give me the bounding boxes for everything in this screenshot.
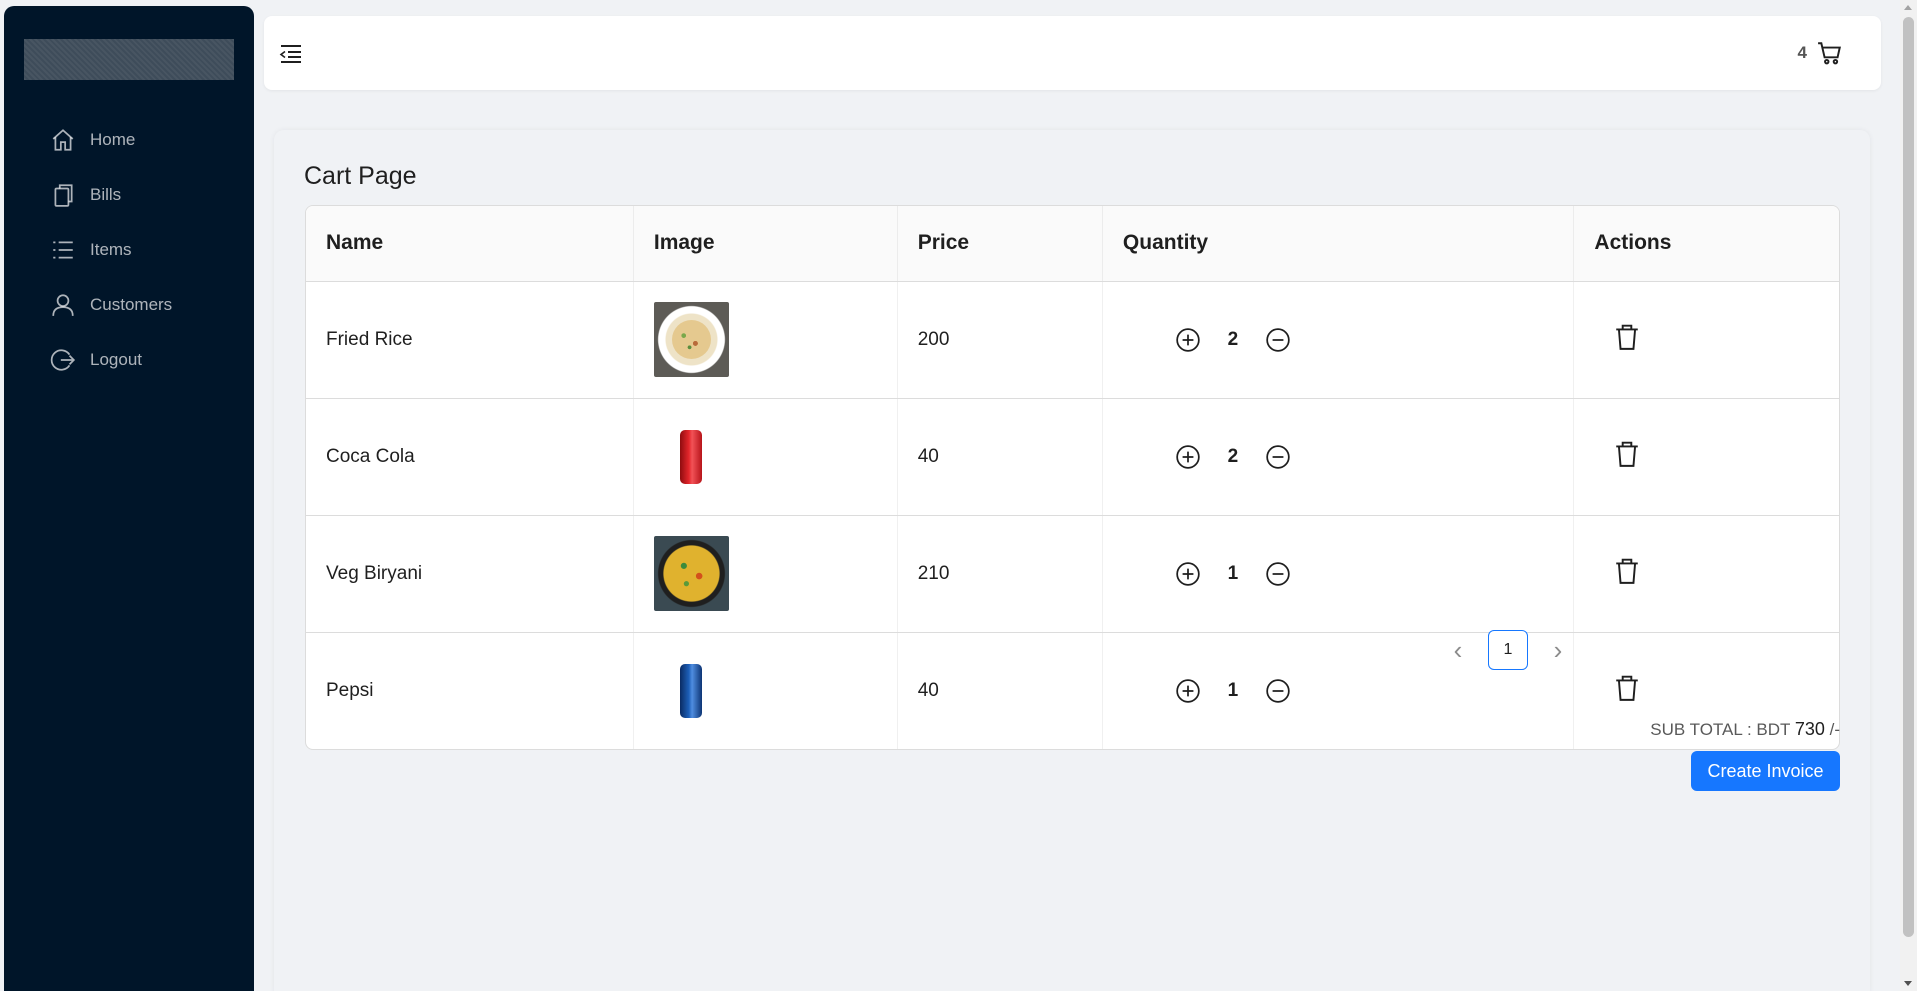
cart-button[interactable]: 4 <box>1798 40 1843 66</box>
minus-circle-icon[interactable] <box>1265 561 1291 587</box>
sidebar-item-items[interactable]: Items <box>4 222 254 277</box>
quantity-stepper: 1 <box>1123 678 1574 704</box>
quantity-value: 2 <box>1227 328 1239 350</box>
item-price: 40 <box>897 632 1103 749</box>
plus-circle-icon[interactable] <box>1175 561 1201 587</box>
coca-cola-can-image <box>653 419 729 494</box>
quantity-stepper: 2 <box>1123 444 1574 470</box>
subtotal-value: 730 <box>1794 719 1825 739</box>
plus-circle-icon[interactable] <box>1175 444 1201 470</box>
minus-circle-icon[interactable] <box>1265 444 1291 470</box>
logo <box>24 39 234 80</box>
page-title: Cart Page <box>304 162 417 190</box>
column-header-image: Image <box>633 206 898 282</box>
pepsi-can-image <box>653 653 729 729</box>
sidebar-item-customers[interactable]: Customers <box>4 277 254 332</box>
cart-count-badge: 4 <box>1797 43 1807 62</box>
vertical-scrollbar[interactable] <box>1900 0 1917 991</box>
top-header: 4 <box>264 16 1881 90</box>
sidebar-item-logout[interactable]: Logout <box>4 332 254 387</box>
scroll-up-arrow-icon[interactable] <box>1904 5 1912 10</box>
table-row: Veg Biryani 210 1 <box>306 515 1839 633</box>
fried-rice-image <box>653 302 729 377</box>
sidebar-nav: Home Bills Items Customers Logout <box>4 112 254 387</box>
subtotal-suffix: /- <box>1829 720 1840 739</box>
sidebar-item-label: Home <box>90 129 136 149</box>
table-row: Coca Cola 40 2 <box>306 398 1839 516</box>
subtotal-label: SUB TOTAL : BDT <box>1650 720 1791 739</box>
item-name: Coca Cola <box>306 398 634 516</box>
quantity-value: 1 <box>1227 562 1239 584</box>
item-price: 210 <box>897 515 1103 633</box>
create-invoice-button[interactable]: Create Invoice <box>1691 751 1840 791</box>
quantity-stepper: 1 <box>1123 561 1574 587</box>
home-icon <box>52 128 74 151</box>
sidebar-item-label: Logout <box>90 349 142 369</box>
table-row: Pepsi 40 1 <box>306 632 1839 749</box>
table-header-row: Name Image Price Quantity Actions <box>306 206 1839 282</box>
cart-table: Name Image Price Quantity Actions Fried … <box>305 205 1840 750</box>
scroll-down-arrow-icon[interactable] <box>1904 981 1912 986</box>
logout-icon <box>50 348 76 371</box>
delete-icon[interactable] <box>1614 440 1640 468</box>
minus-circle-icon[interactable] <box>1265 678 1291 704</box>
sidebar-item-bills[interactable]: Bills <box>4 167 254 222</box>
chevron-left-icon[interactable]: ‹ <box>1446 635 1470 665</box>
table-row: Fried Rice 200 2 <box>306 281 1839 399</box>
user-icon <box>52 293 74 316</box>
item-price: 200 <box>897 281 1103 399</box>
shopping-cart-icon <box>1818 42 1841 65</box>
delete-icon[interactable] <box>1614 323 1640 351</box>
plus-circle-icon[interactable] <box>1175 678 1201 704</box>
veg-biryani-image <box>653 536 729 611</box>
scrollbar-thumb[interactable] <box>1903 17 1914 937</box>
minus-circle-icon[interactable] <box>1265 327 1291 353</box>
item-name: Fried Rice <box>306 281 634 399</box>
column-header-actions: Actions <box>1573 206 1839 282</box>
chevron-right-icon[interactable]: › <box>1546 635 1570 665</box>
sidebar-item-home[interactable]: Home <box>4 112 254 167</box>
quantity-value: 1 <box>1227 679 1239 701</box>
list-icon <box>53 241 73 258</box>
sidebar-item-label: Items <box>90 239 132 259</box>
item-name: Veg Biryani <box>306 515 634 633</box>
quantity-value: 2 <box>1227 445 1239 467</box>
column-header-name: Name <box>306 206 634 282</box>
sidebar: Home Bills Items Customers Logout <box>4 6 254 991</box>
page-number-button[interactable]: 1 <box>1488 630 1528 670</box>
quantity-stepper: 2 <box>1123 327 1574 353</box>
column-header-price: Price <box>897 206 1103 282</box>
main-content: Cart Page Name Image Price Quantity Acti… <box>274 130 1870 991</box>
column-header-quantity: Quantity <box>1102 206 1575 282</box>
menu-fold-icon[interactable] <box>278 42 304 66</box>
item-price: 40 <box>897 398 1103 516</box>
item-name: Pepsi <box>306 632 634 749</box>
plus-circle-icon[interactable] <box>1175 327 1201 353</box>
delete-icon[interactable] <box>1614 557 1640 585</box>
subtotal: SUB TOTAL : BDT 730 /- <box>1650 719 1840 740</box>
delete-icon[interactable] <box>1614 674 1640 702</box>
copy-icon <box>54 183 73 207</box>
sidebar-item-label: Bills <box>90 184 122 204</box>
sidebar-item-label: Customers <box>90 294 173 314</box>
pagination: ‹ 1 › <box>1446 630 1570 670</box>
